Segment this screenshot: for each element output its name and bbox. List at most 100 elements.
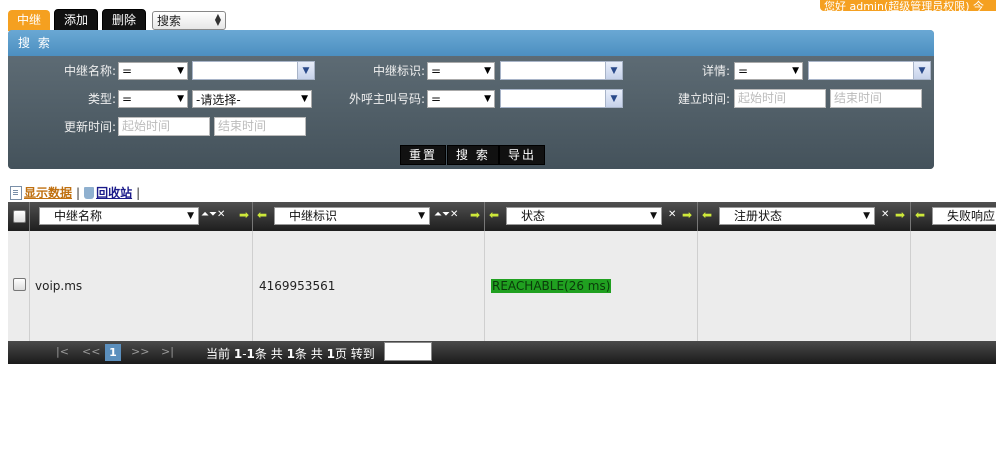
column-select-trunk-name[interactable]: 中继名称 ▼ bbox=[39, 207, 199, 225]
first-page-button[interactable]: |< bbox=[56, 345, 69, 358]
cell-reg-status bbox=[698, 231, 911, 341]
column-status: ⬅ 状态 ▼ ✕ ➡ bbox=[485, 202, 698, 231]
trunk-id-op-value: = bbox=[431, 64, 442, 78]
table-row[interactable]: voip.ms 4169953561 REACHABLE(26 ms) bbox=[8, 231, 996, 341]
current-page[interactable]: 1 bbox=[105, 344, 121, 361]
trunk-name-op-select[interactable]: = ▼ bbox=[118, 62, 188, 80]
type-select[interactable]: -请选择- ▼ bbox=[192, 90, 312, 108]
move-left-icon[interactable]: ⬅ bbox=[257, 208, 267, 222]
tab-trunk[interactable]: 中继 bbox=[8, 9, 51, 31]
created-end-input[interactable]: 结束时间 bbox=[830, 89, 922, 108]
move-left-icon[interactable]: ⬅ bbox=[915, 208, 925, 222]
page-info-suffix: 页 转到 bbox=[334, 347, 375, 361]
chevron-down-icon: ▼ bbox=[177, 94, 184, 104]
select-all-checkbox[interactable] bbox=[13, 210, 26, 223]
created-start-input[interactable]: 起始时间 bbox=[734, 89, 826, 108]
move-left-icon[interactable]: ⬅ bbox=[489, 208, 499, 222]
chevron-down-icon[interactable]: ▼ bbox=[605, 90, 622, 107]
tab-add[interactable]: 添加 bbox=[54, 9, 99, 31]
detail-op-value: = bbox=[738, 64, 749, 78]
detail-label: 详情: bbox=[701, 64, 730, 78]
search-mode-select[interactable]: 搜索 ▲ ▼ bbox=[152, 10, 227, 30]
search-mode-value: 搜索 bbox=[157, 13, 182, 28]
move-right-icon[interactable]: ➡ bbox=[682, 208, 692, 222]
search-form: 中继名称: = ▼ ▼ 中继标识: = ▼ ▼ 详情: = ▼ ▼ 类型: = ▼ -请… bbox=[8, 56, 934, 169]
close-icon[interactable]: ✕ bbox=[881, 209, 889, 220]
type-select-value: -请选择- bbox=[196, 92, 241, 107]
reset-button[interactable]: 重置 bbox=[400, 145, 447, 165]
trash-icon bbox=[84, 186, 95, 199]
separator: | bbox=[136, 185, 141, 200]
column-tools-trunk-name[interactable]: ⏶⏷✕ bbox=[201, 209, 225, 220]
chevron-down-icon: ▼ bbox=[484, 66, 491, 76]
trunk-name-label: 中继名称: bbox=[63, 64, 116, 78]
status-badge: REACHABLE(26 ms) bbox=[491, 279, 612, 293]
trunk-name-value: voip.ms bbox=[35, 279, 83, 293]
page-info-prefix: 当前 bbox=[206, 347, 231, 361]
chevron-down-icon: ▼ bbox=[863, 211, 870, 221]
type-op-select[interactable]: = ▼ bbox=[118, 90, 188, 108]
column-label: 中继名称 bbox=[54, 209, 103, 223]
search-panel: 搜 索 中继名称: = ▼ ▼ 中继标识: = ▼ ▼ 详情: = ▼ ▼ 类型: =… bbox=[8, 30, 934, 169]
chevron-down-icon: ▼ bbox=[792, 66, 799, 76]
column-select-status[interactable]: 状态 ▼ bbox=[506, 207, 662, 225]
chevron-down-icon[interactable]: ▼ bbox=[913, 62, 930, 79]
column-select-trunk-id[interactable]: 中继标识 ▼ bbox=[274, 207, 430, 225]
caller-op-select[interactable]: = ▼ bbox=[427, 90, 495, 108]
column-trunk-name: 中继名称 ▼ ⏶⏷✕ ➡ bbox=[30, 202, 253, 231]
show-data-link[interactable]: 显示数据 bbox=[24, 184, 72, 201]
chevron-down-icon: ▼ bbox=[484, 94, 491, 104]
document-icon bbox=[10, 185, 22, 200]
chevron-down-icon[interactable]: ▼ bbox=[297, 62, 314, 79]
tab-delete[interactable]: 删除 bbox=[102, 9, 147, 31]
cell-trunk-name: voip.ms bbox=[30, 231, 253, 341]
type-label: 类型: bbox=[87, 92, 116, 106]
created-time-label: 建立时间: bbox=[677, 92, 730, 106]
detail-combo[interactable]: ▼ bbox=[808, 61, 931, 80]
trunk-name-combo[interactable]: ▼ bbox=[192, 61, 315, 80]
trunk-id-label: 中继标识: bbox=[372, 64, 425, 78]
pager: |< << 1 >> >| 当前 1-1条 共 1条 共 1页 转到 bbox=[8, 341, 996, 364]
cell-trunk-id: 4169953561 bbox=[253, 231, 485, 341]
column-label: 中继标识 bbox=[289, 209, 338, 223]
column-label: 注册状态 bbox=[734, 209, 783, 223]
search-button[interactable]: 搜 索 bbox=[447, 145, 499, 165]
updated-start-input[interactable]: 起始时间 bbox=[118, 117, 210, 136]
move-right-icon[interactable]: ➡ bbox=[470, 208, 480, 222]
chevron-down-icon: ▼ bbox=[418, 211, 425, 221]
prev-page-button[interactable]: << bbox=[82, 345, 100, 358]
trunk-id-value: 4169953561 bbox=[259, 279, 336, 293]
page-info-mid2: 条 共 bbox=[294, 347, 323, 361]
recycle-bin-link[interactable]: 回收站 bbox=[96, 184, 132, 201]
range-start: 1 bbox=[233, 347, 243, 361]
grid-header: 中继名称 ▼ ⏶⏷✕ ➡ ⬅ 中继标识 ▼ ⏶⏷✕ ➡ ⬅ 状态 ▼ ✕ ➡ ⬅ 注册… bbox=[8, 202, 996, 231]
trunk-id-combo[interactable]: ▼ bbox=[500, 61, 623, 80]
sort-toggle-icon: ▲ ▼ bbox=[214, 12, 222, 27]
column-select-fail-response[interactable]: 失败响应 bbox=[932, 207, 996, 225]
column-label: 失败响应 bbox=[947, 209, 996, 223]
move-right-icon[interactable]: ➡ bbox=[239, 208, 249, 222]
column-fail-response: ⬅ 失败响应 bbox=[911, 202, 996, 231]
column-select-reg-status[interactable]: 注册状态 ▼ bbox=[719, 207, 875, 225]
move-left-icon[interactable]: ⬅ bbox=[702, 208, 712, 222]
detail-op-select[interactable]: = ▼ bbox=[734, 62, 803, 80]
row-checkbox[interactable] bbox=[13, 278, 26, 291]
chevron-down-icon[interactable]: ▼ bbox=[605, 62, 622, 79]
header-checkbox-cell bbox=[8, 202, 30, 231]
updated-time-label: 更新时间: bbox=[63, 120, 116, 134]
close-icon[interactable]: ✕ bbox=[668, 209, 676, 220]
search-panel-title: 搜 索 bbox=[8, 30, 934, 56]
top-tabs: 中继 添加 删除 搜索 ▲ ▼ bbox=[8, 9, 227, 31]
page-info-mid1: 条 共 bbox=[254, 347, 283, 361]
caller-combo[interactable]: ▼ bbox=[500, 89, 623, 108]
column-tools-trunk-id[interactable]: ⏶⏷✕ bbox=[434, 209, 458, 220]
updated-end-input[interactable]: 结束时间 bbox=[214, 117, 306, 136]
trunk-id-op-select[interactable]: = ▼ bbox=[427, 62, 495, 80]
move-right-icon[interactable]: ➡ bbox=[895, 208, 905, 222]
export-button[interactable]: 导出 bbox=[499, 145, 546, 165]
user-badge-text: 您好 admin(超级管理员权限) 今 bbox=[824, 0, 985, 11]
goto-page-input[interactable] bbox=[384, 342, 432, 361]
last-page-button[interactable]: >| bbox=[161, 345, 174, 358]
next-page-button[interactable]: >> bbox=[131, 345, 149, 358]
chevron-down-icon: ▼ bbox=[301, 94, 308, 104]
